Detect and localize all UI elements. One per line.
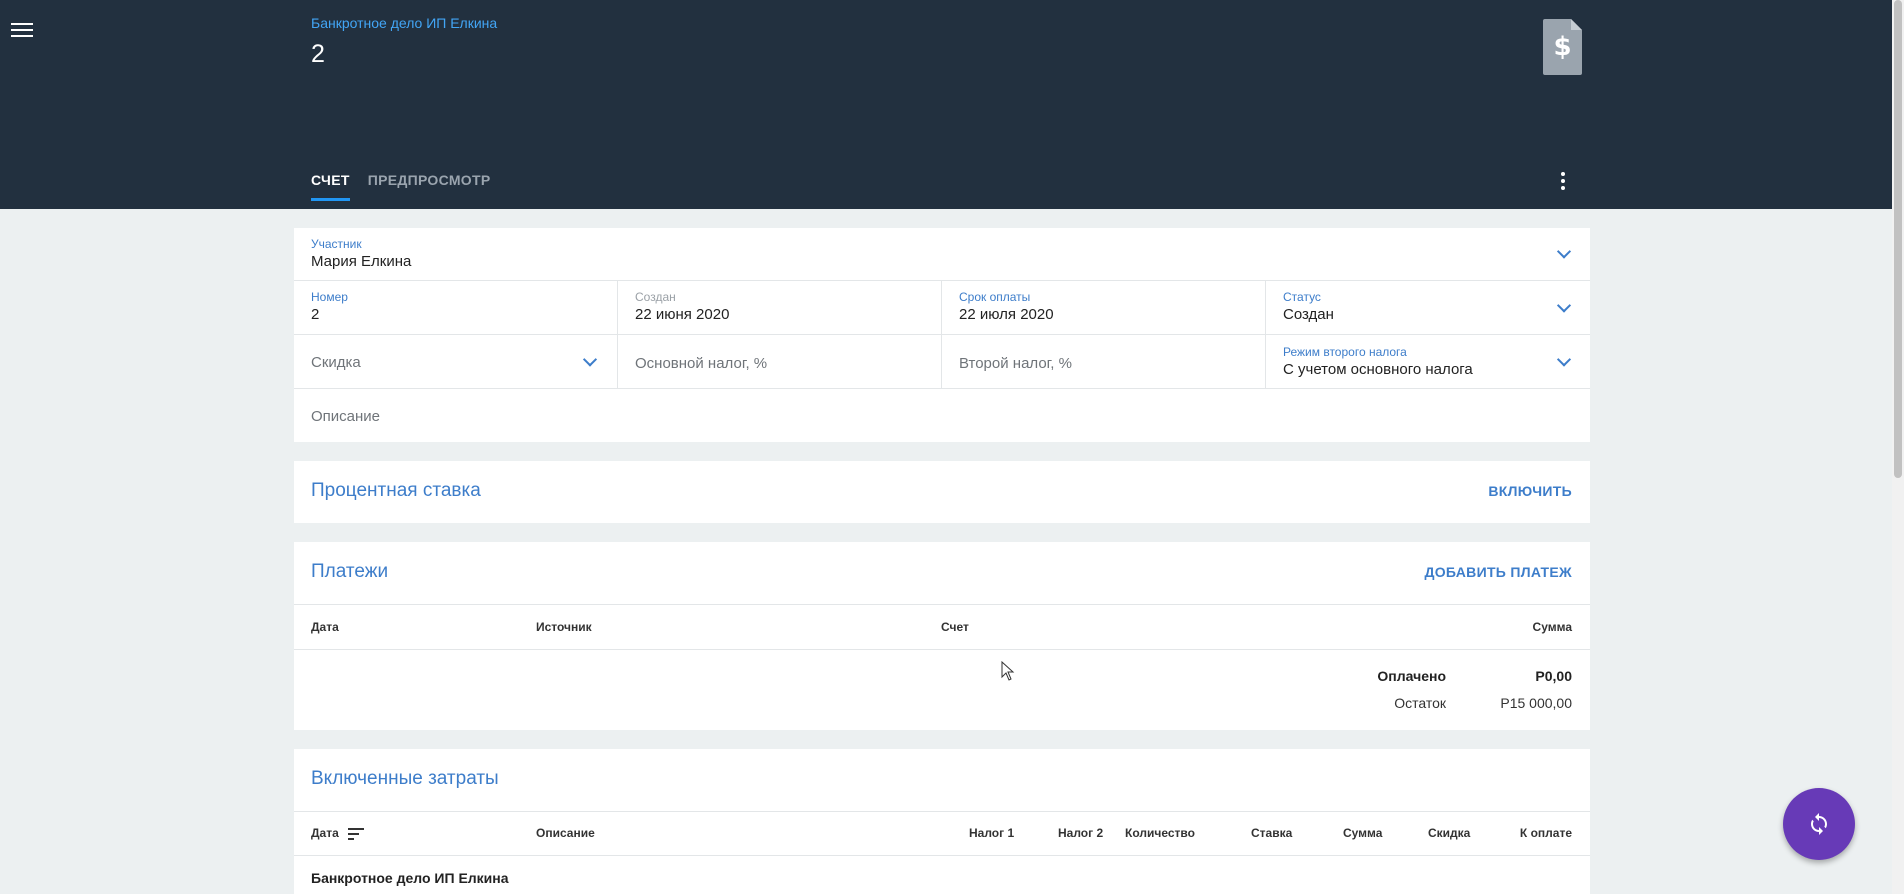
status-label: Статус xyxy=(1283,290,1321,304)
number-value: 2 xyxy=(311,306,320,323)
page-title: 2 xyxy=(311,40,325,68)
scrollbar-thumb[interactable] xyxy=(1894,0,1902,478)
column-tax-2[interactable]: Налог 2 xyxy=(1058,826,1103,840)
column-to-pay[interactable]: К оплате xyxy=(1520,826,1572,840)
invoice-form: Участник Мария Елкина Номер 2 Создан 22 … xyxy=(294,228,1590,442)
due-date-value: 22 июля 2020 xyxy=(959,306,1054,323)
second-tax-input[interactable]: Второй налог, % xyxy=(942,335,1266,388)
column-discount[interactable]: Скидка xyxy=(1428,826,1470,840)
chevron-down-icon xyxy=(582,351,598,367)
sort-icon[interactable] xyxy=(348,828,364,840)
status-value: Создан xyxy=(1283,306,1334,323)
description-placeholder: Описание xyxy=(311,408,381,425)
main-tax-input[interactable]: Основной налог, % xyxy=(618,335,942,388)
second-tax-mode-label: Режим второго налога xyxy=(1283,345,1407,359)
interest-card: Процентная ставка ВКЛЮЧИТЬ xyxy=(294,461,1590,523)
second-tax-mode-select[interactable]: Режим второго налога С учетом основного … xyxy=(1266,335,1590,388)
created-label: Создан xyxy=(635,290,676,304)
column-date[interactable]: Дата xyxy=(311,826,339,840)
divider xyxy=(294,855,1590,856)
divider xyxy=(294,811,1590,812)
payments-card: Платежи ДОБАВИТЬ ПЛАТЕЖ Дата Источник Сч… xyxy=(294,542,1590,730)
scrollbar[interactable] xyxy=(1892,0,1904,894)
participant-select[interactable]: Участник Мария Елкина xyxy=(294,228,1590,280)
main-tax-placeholder: Основной налог, % xyxy=(635,355,768,372)
interest-title: Процентная ставка xyxy=(311,480,481,501)
column-amount[interactable]: Сумма xyxy=(1533,620,1572,634)
form-row-meta: Номер 2 Создан 22 июня 2020 Срок оплаты … xyxy=(294,281,1590,335)
balance-value: Р15 000,00 xyxy=(1500,695,1572,711)
sync-button[interactable] xyxy=(1783,788,1855,860)
breadcrumb[interactable]: Банкротное дело ИП Елкина xyxy=(311,15,497,31)
discount-select[interactable]: Скидка xyxy=(294,335,618,388)
svg-text:$: $ xyxy=(1553,32,1571,62)
more-vert-icon[interactable] xyxy=(1558,172,1568,194)
column-rate[interactable]: Ставка xyxy=(1251,826,1292,840)
participant-label: Участник xyxy=(311,237,362,251)
column-quantity[interactable]: Количество xyxy=(1125,826,1195,840)
add-payment-button[interactable]: ДОБАВИТЬ ПЛАТЕЖ xyxy=(1424,564,1572,580)
tab-preview[interactable]: ПРЕДПРОСМОТР xyxy=(368,172,491,201)
column-account[interactable]: Счет xyxy=(941,620,969,634)
menu-icon[interactable] xyxy=(10,19,34,43)
column-source[interactable]: Источник xyxy=(536,620,592,634)
chevron-down-icon xyxy=(1556,351,1572,367)
column-tax-1[interactable]: Налог 1 xyxy=(969,826,1014,840)
invoice-dollar-icon: $ xyxy=(1543,19,1582,75)
number-label: Номер xyxy=(311,290,348,304)
status-select[interactable]: Статус Создан xyxy=(1266,281,1590,334)
number-field[interactable]: Номер 2 xyxy=(294,281,618,334)
second-tax-placeholder: Второй налог, % xyxy=(959,355,1072,372)
balance-label: Остаток xyxy=(1394,695,1446,711)
divider xyxy=(294,604,1590,605)
payments-title: Платежи xyxy=(311,561,389,582)
second-tax-mode-value: С учетом основного налога xyxy=(1283,361,1473,378)
created-value: 22 июня 2020 xyxy=(635,306,730,323)
paid-label: Оплачено xyxy=(1377,668,1446,684)
app-header: Банкротное дело ИП Елкина 2 $ СЧЕТ ПРЕДП… xyxy=(0,0,1892,209)
column-date[interactable]: Дата xyxy=(311,620,339,634)
form-row-description: Описание xyxy=(294,389,1590,442)
expenses-title: Включенные затраты xyxy=(311,768,499,789)
divider xyxy=(294,649,1590,650)
discount-placeholder: Скидка xyxy=(311,354,361,371)
chevron-down-icon xyxy=(1556,244,1572,259)
column-sum[interactable]: Сумма xyxy=(1343,826,1382,840)
paid-value: Р0,00 xyxy=(1535,668,1572,684)
due-date-label: Срок оплаты xyxy=(959,290,1031,304)
enable-interest-button[interactable]: ВКЛЮЧИТЬ xyxy=(1488,483,1572,499)
tab-bar: СЧЕТ ПРЕДПРОСМОТР xyxy=(311,172,491,201)
form-row-participant: Участник Мария Елкина xyxy=(294,228,1590,281)
participant-value: Мария Елкина xyxy=(311,253,412,270)
chevron-down-icon xyxy=(1556,297,1572,313)
mouse-cursor-icon xyxy=(1001,661,1015,681)
column-description[interactable]: Описание xyxy=(536,826,595,840)
expenses-card: Включенные затраты Дата Описание Налог 1… xyxy=(294,749,1590,894)
sync-icon xyxy=(1811,813,1827,835)
created-field: Создан 22 июня 2020 xyxy=(618,281,942,334)
form-row-tax: Скидка Основной налог, % Второй налог, %… xyxy=(294,335,1590,389)
tab-invoice[interactable]: СЧЕТ xyxy=(311,172,350,201)
description-input[interactable]: Описание xyxy=(294,389,1590,442)
expense-group-title: Банкротное дело ИП Елкина xyxy=(311,870,509,886)
due-date-field[interactable]: Срок оплаты 22 июля 2020 xyxy=(942,281,1266,334)
